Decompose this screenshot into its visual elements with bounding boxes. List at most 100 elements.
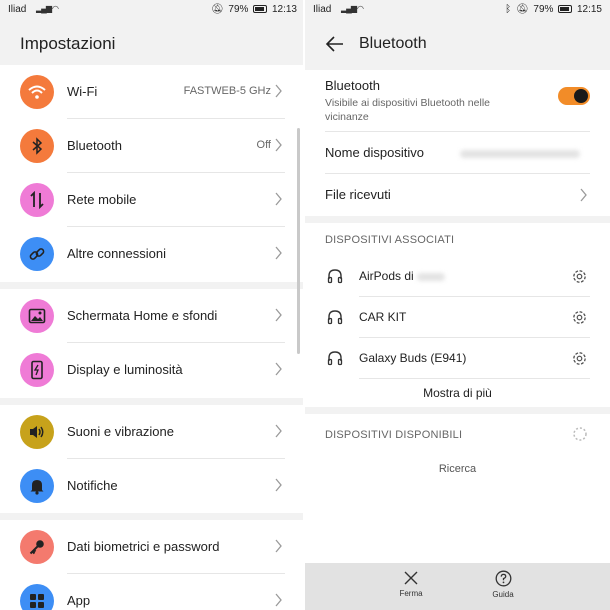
bell-icon [20, 469, 54, 503]
carrier-label: Iliad [8, 4, 27, 15]
bluetooth-settings-card: Bluetooth Visibile ai dispositivi Blueto… [305, 70, 610, 216]
settings-item-label: Notifiche [67, 478, 118, 493]
paired-device-name: AirPods di [359, 269, 446, 283]
bluetooth-visibility-text: Visibile ai dispositivi Bluetooth nelle … [325, 97, 490, 123]
chevron-right-icon [275, 362, 282, 376]
settings-item-label: Altre connessioni [67, 246, 166, 261]
signal-icon: ▂▄▆ [341, 4, 357, 13]
battery-percent: 79% [228, 4, 249, 15]
paired-devices-header: DISPOSITIVI ASSOCIATI [325, 234, 455, 246]
settings-item-sounds[interactable]: Suoni e vibrazione [0, 405, 305, 459]
gear-icon[interactable] [571, 350, 588, 367]
paired-device-name: CAR KIT [359, 310, 407, 324]
chevron-right-icon [275, 192, 282, 206]
settings-item-label: App [67, 593, 91, 608]
chevron-right-icon [275, 424, 282, 438]
carrier-label: Iliad [313, 4, 332, 15]
back-arrow-icon[interactable] [325, 34, 345, 54]
settings-item-apps[interactable]: App [0, 574, 305, 610]
headphones-icon [327, 269, 343, 284]
signal-icon: ▂▄▆ [36, 4, 52, 13]
bluetooth-toggle-switch[interactable] [558, 87, 590, 105]
mute-icon: 🔕︎ [515, 4, 529, 15]
chevron-right-icon [580, 188, 587, 202]
close-icon [404, 571, 418, 585]
clock: 12:15 [576, 4, 602, 15]
settings-item-biometrics[interactable]: Dati biometrici e password [0, 520, 305, 574]
settings-item-value: Off [256, 139, 271, 151]
settings-panel: Iliad ▂▄▆ ◠ 🔕︎ 79% 12:13 Impostazioni Wi… [0, 0, 305, 610]
gear-icon[interactable] [571, 268, 588, 285]
settings-item-value: FASTWEB-5 GHz [183, 85, 271, 97]
received-files-row[interactable]: File ricevuti [305, 174, 610, 216]
device-name-label: Nome dispositivo [325, 145, 424, 160]
chevron-right-icon [275, 84, 282, 98]
settings-item-label: Bluetooth [67, 138, 122, 153]
device-name-row[interactable]: Nome dispositivo [305, 132, 610, 174]
settings-item-label: Rete mobile [67, 192, 137, 207]
page-title: Bluetooth [359, 35, 427, 52]
scrollbar[interactable] [297, 128, 300, 354]
bluetooth-toggle-row[interactable]: Bluetooth Visibile ai dispositivi Blueto… [305, 70, 610, 132]
battery-icon [253, 5, 268, 13]
mobile-data-icon [20, 183, 54, 217]
chevron-right-icon [275, 308, 282, 322]
headphones-icon [327, 351, 343, 366]
show-more-button[interactable]: Mostra di più [305, 386, 610, 400]
settings-group-1: Wi-Fi FASTWEB-5 GHz Bluetooth Off Rete m… [0, 65, 305, 282]
battery-percent: 79% [533, 4, 554, 15]
help-button[interactable]: Guida [473, 570, 533, 599]
page-title: Impostazioni [20, 34, 116, 53]
battery-icon [558, 5, 573, 13]
chevron-right-icon [275, 593, 282, 607]
loading-spinner-icon [573, 427, 587, 441]
gear-icon[interactable] [571, 309, 588, 326]
available-devices-header: DISPOSITIVI DISPONIBILI [325, 429, 463, 441]
settings-item-home-screen[interactable]: Schermata Home e sfondi [0, 289, 305, 343]
settings-item-label: Display e luminosità [67, 362, 183, 377]
chevron-right-icon [275, 246, 282, 260]
paired-device-item[interactable]: Galaxy Buds (E941) [305, 338, 610, 379]
chevron-right-icon [275, 478, 282, 492]
settings-item-label: Schermata Home e sfondi [67, 308, 218, 323]
bluetooth-icon [20, 129, 54, 163]
settings-item-display[interactable]: Display e luminosità [0, 343, 305, 397]
headphones-icon [327, 310, 343, 325]
apps-grid-icon [20, 584, 54, 610]
app-bar: Bluetooth [305, 20, 610, 70]
settings-item-label: Suoni e vibrazione [67, 424, 174, 439]
settings-group-2: Schermata Home e sfondi Display e lumino… [0, 289, 305, 398]
status-bar: Iliad ▂▄▆ ◠ ᛒ 🔕︎ 79% 12:15 [305, 0, 610, 20]
bottom-action-bar: Ferma Guida [305, 563, 610, 610]
paired-device-item[interactable]: AirPods di [305, 256, 610, 297]
clock: 12:13 [271, 4, 297, 15]
stop-button[interactable]: Ferma [381, 570, 441, 598]
bluetooth-panel: Iliad ▂▄▆ ◠ ᛒ 🔕︎ 79% 12:15 Bluetooth Blu… [305, 0, 610, 610]
paired-devices-card: DISPOSITIVI ASSOCIATI AirPods di CAR KIT… [305, 223, 610, 407]
received-files-label: File ricevuti [325, 187, 391, 202]
settings-group-4: Dati biometrici e password App [0, 520, 305, 610]
status-bar: Iliad ▂▄▆ ◠ 🔕︎ 79% 12:13 [0, 0, 305, 20]
device-name-value-redacted [460, 150, 580, 158]
wifi-status-icon: ◠ [357, 4, 364, 13]
speaker-icon [20, 415, 54, 449]
link-icon [20, 237, 54, 271]
chevron-right-icon [275, 138, 282, 152]
bluetooth-status-icon: ᛒ [505, 4, 512, 15]
stop-button-label: Ferma [399, 589, 423, 598]
bluetooth-toggle-label: Bluetooth [325, 78, 380, 93]
wifi-icon [20, 75, 54, 109]
key-icon [20, 530, 54, 564]
settings-item-label: Dati biometrici e password [67, 539, 220, 554]
paired-device-item[interactable]: CAR KIT [305, 297, 610, 338]
mute-icon: 🔕︎ [210, 4, 224, 15]
settings-item-other-connections[interactable]: Altre connessioni [0, 227, 305, 281]
settings-item-bluetooth[interactable]: Bluetooth Off [0, 119, 305, 173]
settings-item-notifications[interactable]: Notifiche [0, 459, 305, 513]
searching-label: Ricerca [438, 463, 477, 475]
settings-item-label: Wi-Fi [67, 84, 98, 99]
image-icon [20, 299, 54, 333]
paired-device-name: Galaxy Buds (E941) [359, 351, 467, 365]
settings-item-mobile-network[interactable]: Rete mobile [0, 173, 305, 227]
settings-item-wifi[interactable]: Wi-Fi FASTWEB-5 GHz [0, 65, 305, 119]
